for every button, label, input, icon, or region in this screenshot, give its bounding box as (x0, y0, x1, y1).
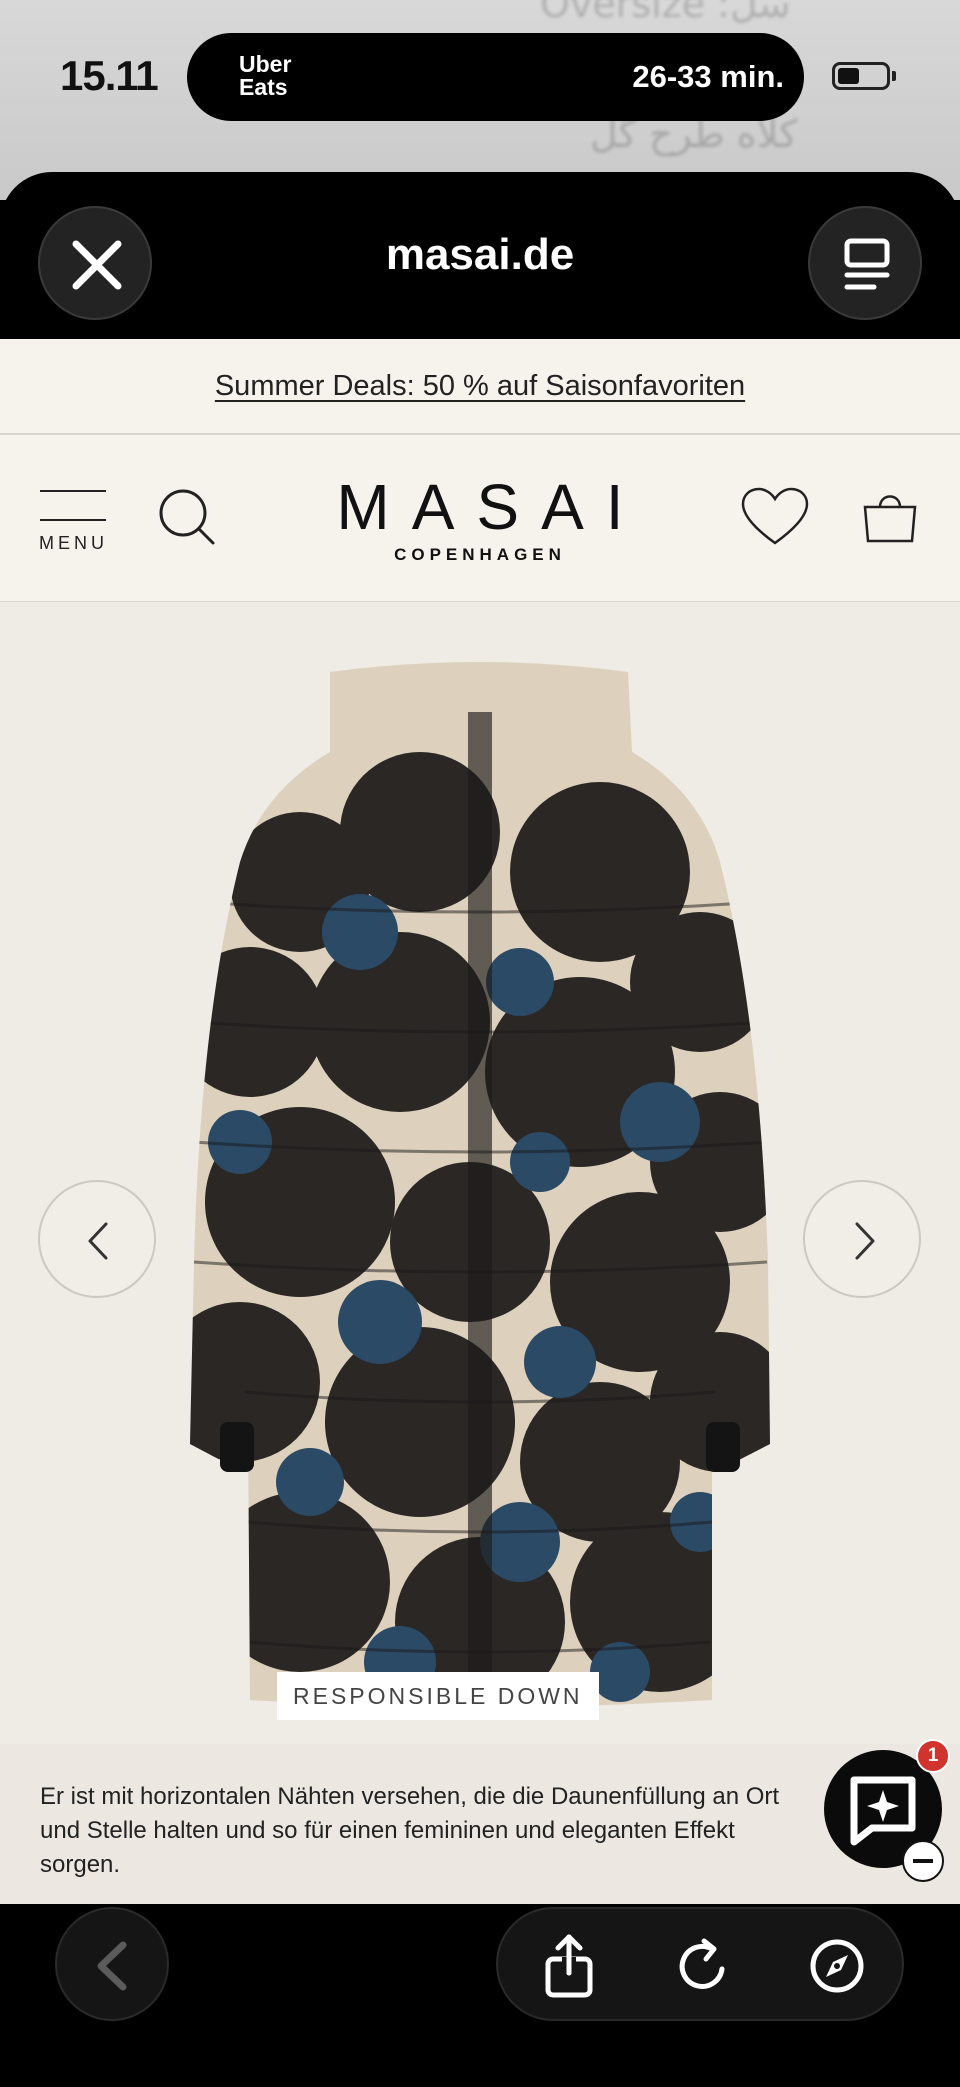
sheet-header: masai.de (0, 172, 960, 339)
chat-unread-badge: 1 (916, 1739, 950, 1773)
logo-subtitle: COPENHAGEN (394, 545, 566, 564)
back-button[interactable] (55, 1907, 169, 2021)
bottom-toolbar (0, 1905, 960, 2087)
product-description: Er ist mit horizontalen Nähten versehen,… (0, 1744, 960, 1904)
delivery-eta: 26-33 min. (632, 59, 784, 94)
masai-logo[interactable]: MASAI COPENHAGEN (0, 475, 960, 565)
product-gallery[interactable]: RESPONSIBLE DOWN (0, 602, 960, 1744)
browser-sheet: masai.de Summer Deals: 50 % auf Saisonfa… (0, 172, 960, 1904)
chat-minimize-button[interactable] (902, 1840, 944, 1882)
promo-link[interactable]: Summer Deals: 50 % auf Saisonfavoriten (215, 370, 745, 403)
toolbar-actions (496, 1907, 904, 2021)
reload-icon[interactable] (668, 1931, 738, 2001)
chevron-left-icon (88, 1222, 108, 1260)
chevron-right-icon (855, 1222, 875, 1260)
island-app-name-line1: Uber (239, 51, 292, 77)
status-time: 15.11 (60, 52, 159, 99)
webpage: Summer Deals: 50 % auf Saisonfavoriten M… (0, 339, 960, 1904)
promo-banner: Summer Deals: 50 % auf Saisonfavoriten (0, 339, 960, 435)
dynamic-island[interactable]: Uber Eats 26-33 min. (187, 33, 804, 121)
product-image[interactable] (0, 602, 960, 1744)
logo-wordmark: MASAI (336, 471, 646, 543)
description-text: Er ist mit horizontalen Nähten versehen,… (40, 1783, 780, 1878)
battery-icon (832, 62, 890, 90)
previous-image-button[interactable] (38, 1180, 156, 1298)
site-header: MENU MASAI COPENHAGEN (0, 435, 960, 602)
heart-icon[interactable] (740, 487, 810, 547)
reader-icon (844, 238, 890, 290)
ghost-text-1: Oversize :سل (540, 0, 791, 26)
bag-icon[interactable] (860, 485, 920, 545)
next-image-button[interactable] (803, 1180, 921, 1298)
island-app-name-line2: Eats (239, 74, 288, 100)
back-icon (97, 1941, 127, 1991)
reader-button[interactable] (808, 206, 922, 320)
battery-tip (892, 71, 896, 81)
responsible-down-badge: RESPONSIBLE DOWN (277, 1672, 599, 1720)
uber-eats-logo: Uber Eats (239, 53, 291, 99)
share-icon[interactable] (534, 1931, 604, 2001)
compass-icon[interactable] (802, 1931, 872, 2001)
screen: Oversize :سل کلاه طرح گل 15.11 Uber Eats… (0, 0, 960, 2087)
